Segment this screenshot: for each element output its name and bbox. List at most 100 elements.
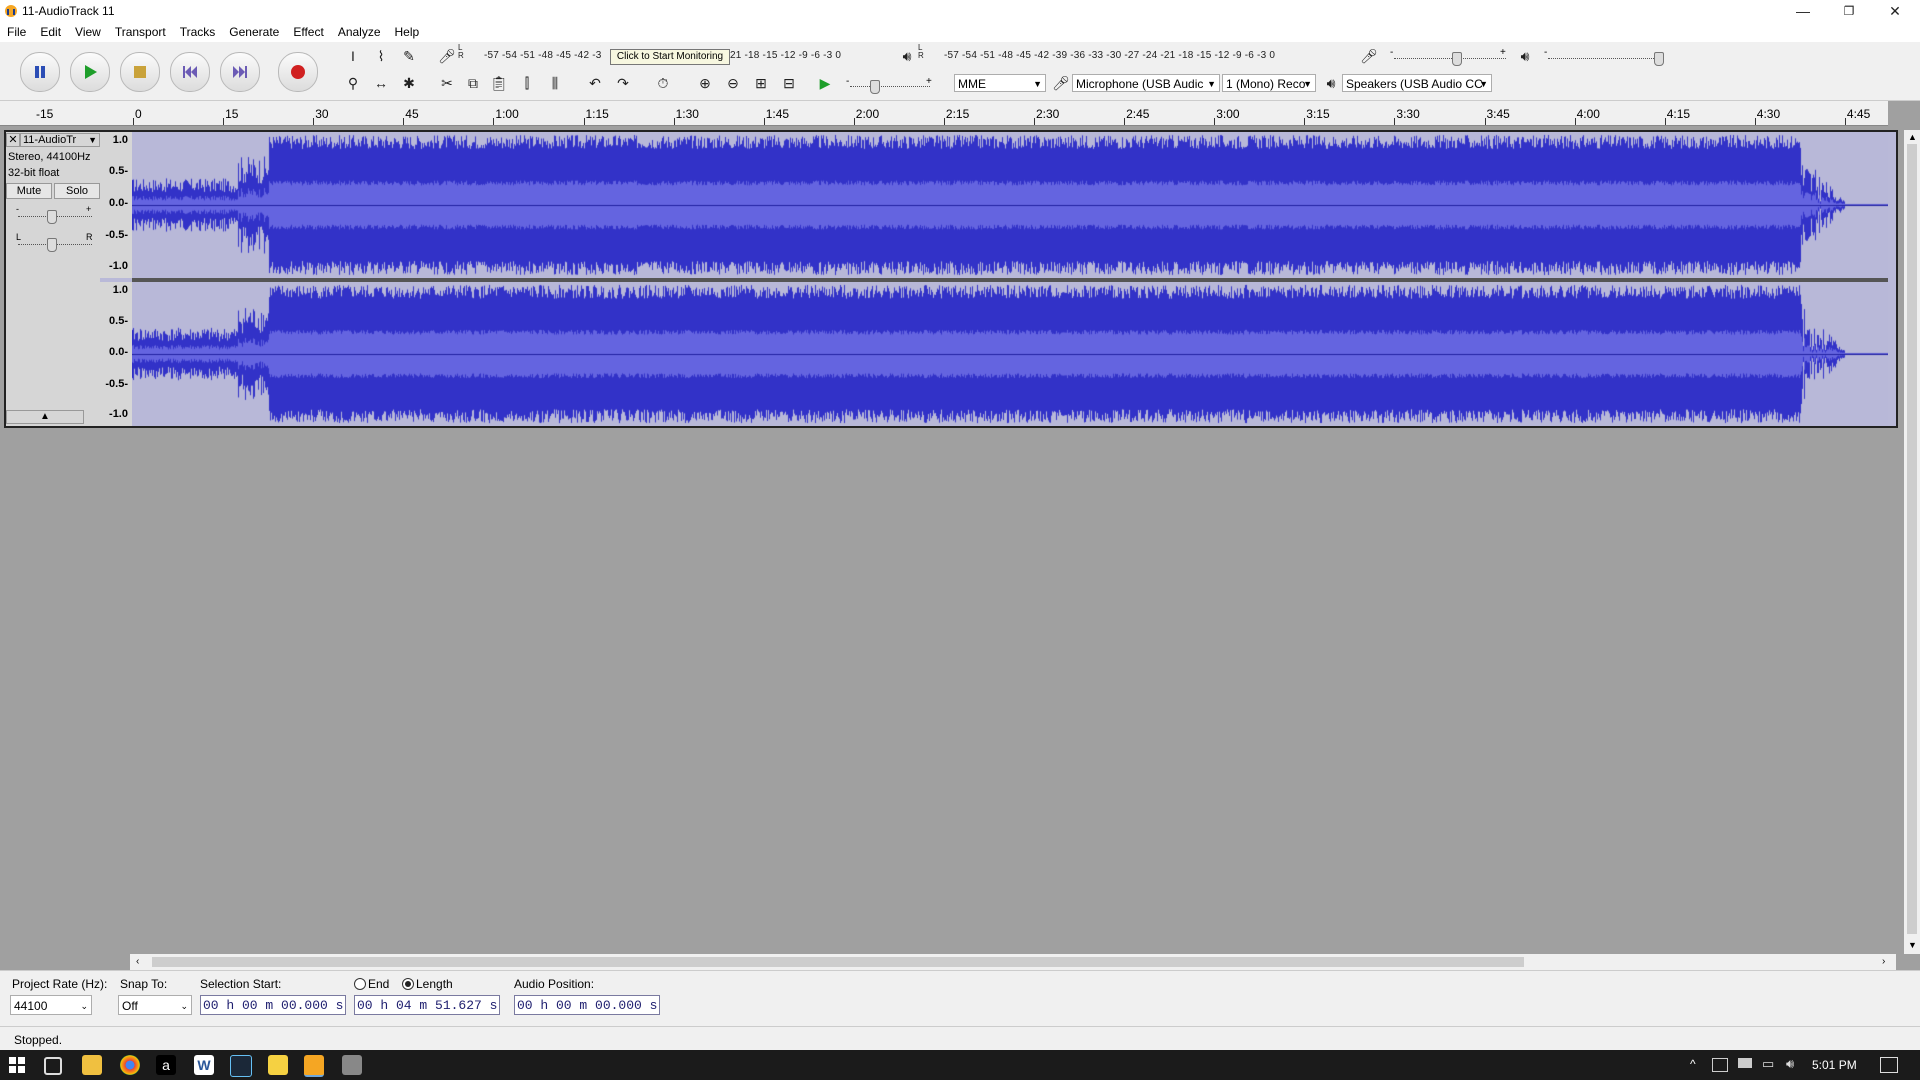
timeline-ruler[interactable]: -15 0 15 30 45 1:00 1:15 1:30 1:45 2:00 2:15 2:30 2… [0,101,1888,126]
snap-to-select[interactable]: Off ⌄ [118,995,192,1015]
gain-thumb[interactable] [47,210,57,224]
battery-icon[interactable] [1738,1058,1752,1068]
app-taskbar-icon[interactable] [342,1055,362,1075]
menu-view[interactable]: View [68,22,108,42]
menu-help[interactable]: Help [388,22,427,42]
copy-icon[interactable]: ⧉ [462,72,484,94]
steam-icon[interactable] [230,1055,252,1077]
rec-vol-plus: + [1500,47,1506,58]
undo-icon[interactable]: ↶ [584,72,606,94]
paste-icon[interactable]: 📋︎ [488,72,510,94]
network-icon[interactable]: ▭ [1762,1056,1774,1072]
windows-start-icon[interactable] [8,1056,26,1074]
project-rate-select[interactable]: 44100 ⌄ [10,995,92,1015]
monitoring-tooltip[interactable]: Click to Start Monitoring [610,49,730,65]
scroll-right-icon[interactable]: › [1882,956,1885,967]
track-close-button[interactable]: ✕ [6,133,20,147]
zoom-tool-icon[interactable]: ⚲ [342,72,364,94]
scale-label: 1.0 [112,284,128,296]
selection-length-field[interactable]: 00 h 04 m 51.627 s [354,995,500,1015]
playback-meter-speaker-icon[interactable]: 🔊︎ [896,45,918,67]
chrome-icon[interactable] [120,1055,140,1075]
length-radio[interactable] [402,978,414,990]
chevron-down-icon: ▼ [1207,79,1216,89]
menu-generate[interactable]: Generate [222,22,286,42]
play-button[interactable] [70,52,110,92]
restore-button[interactable]: ❐ [1826,0,1872,22]
pan-thumb[interactable] [47,238,57,252]
audio-host-select[interactable]: MME ▼ [954,74,1046,92]
audio-position-field[interactable]: 00 h 00 m 00.000 s [514,995,660,1015]
fit-selection-icon[interactable]: ⊞ [750,72,772,94]
recording-volume-slider[interactable] [1394,58,1506,60]
notes-icon[interactable] [268,1055,288,1075]
amazon-icon[interactable]: a [156,1055,176,1075]
vertical-scrollbar[interactable]: ▲ ▼ [1904,130,1920,954]
speed-minus: - [846,76,850,87]
clock[interactable]: 5:01 PM [1812,1058,1857,1072]
task-view-icon[interactable] [44,1057,62,1075]
mute-button[interactable]: Mute [6,183,52,199]
skip-to-start-button[interactable] [170,52,210,92]
fit-project-icon[interactable]: ⊟ [778,72,800,94]
recording-volume-thumb[interactable] [1452,52,1462,66]
scroll-up-icon[interactable]: ▲ [1908,132,1917,142]
recording-channels-select[interactable]: 1 (Mono) Reco ▼ [1222,74,1316,92]
record-button[interactable] [278,52,318,92]
horizontal-scroll-thumb[interactable] [152,957,1524,967]
cut-icon[interactable]: ✂ [436,72,458,94]
multi-tool-icon[interactable]: ✱ [398,72,420,94]
file-explorer-icon[interactable] [82,1055,102,1075]
play-speed-slider[interactable] [850,86,930,88]
volume-icon[interactable]: 🔊︎ [1786,1056,1794,1072]
sync-lock-icon[interactable]: ⏱︎ [652,72,674,94]
envelope-tool-icon[interactable]: ⌇ [370,45,392,67]
close-button[interactable]: ✕ [1872,0,1918,22]
redo-icon[interactable]: ↷ [612,72,634,94]
notifications-icon[interactable] [1880,1057,1898,1073]
end-radio[interactable] [354,978,366,990]
playback-volume-thumb[interactable] [1654,52,1664,66]
word-icon[interactable]: W [194,1055,214,1075]
track-name-menu[interactable]: 11-AudioTr ▼ [20,133,100,147]
waveform-right-channel[interactable] [132,282,1888,426]
skip-to-end-button[interactable] [220,52,260,92]
selection-start-field[interactable]: 00 h 00 m 00.000 s [200,995,346,1015]
record-meter-scale[interactable]: -57 -54 -51 -48 -45 -42 -3 [484,50,601,64]
minimize-button[interactable]: — [1780,0,1826,22]
time-shift-tool-icon[interactable]: ↔ [370,72,392,94]
zoom-out-icon[interactable]: ⊖ [722,72,744,94]
waveform-left-channel[interactable] [132,132,1888,278]
menu-effect[interactable]: Effect [286,22,330,42]
playback-volume-slider[interactable] [1548,58,1660,60]
draw-tool-icon[interactable]: ✎ [398,45,420,67]
vertical-scroll-thumb[interactable] [1907,144,1917,934]
track-menu-icon: ▼ [88,135,97,145]
record-meter-mic-icon[interactable]: 🎤︎ [436,45,458,67]
menu-tracks[interactable]: Tracks [173,22,223,42]
stop-button[interactable] [120,52,160,92]
ruler-tick [493,118,495,125]
recording-device-select[interactable]: Microphone (USB Audic ▼ [1072,74,1220,92]
silence-audio-icon[interactable]: ⫼ [544,72,566,94]
menu-file[interactable]: File [0,22,33,42]
scroll-down-icon[interactable]: ▼ [1908,940,1917,950]
audacity-taskbar-icon[interactable] [304,1055,324,1077]
playback-meter-scale[interactable]: -57 -54 -51 -48 -45 -42 -39 -36 -33 -30 … [944,50,1275,64]
collapse-track-button[interactable]: ▲ [6,410,84,424]
horizontal-scrollbar[interactable]: ‹ › [130,954,1896,970]
show-hidden-icons-icon[interactable]: ^ [1690,1057,1696,1071]
play-speed-thumb[interactable] [870,80,880,94]
trim-audio-icon[interactable]: ⫿ [516,72,538,94]
scroll-left-icon[interactable]: ‹ [136,956,139,967]
play-at-speed-icon[interactable]: ▶ [814,72,836,94]
menu-transport[interactable]: Transport [108,22,173,42]
pause-button[interactable] [20,52,60,92]
solo-button[interactable]: Solo [54,183,100,199]
menu-edit[interactable]: Edit [33,22,68,42]
zoom-in-icon[interactable]: ⊕ [694,72,716,94]
tablet-icon[interactable] [1712,1058,1728,1072]
menu-analyze[interactable]: Analyze [331,22,388,42]
selection-tool-icon[interactable]: I [342,45,364,67]
playback-device-select[interactable]: Speakers (USB Audio CC ▼ [1342,74,1492,92]
